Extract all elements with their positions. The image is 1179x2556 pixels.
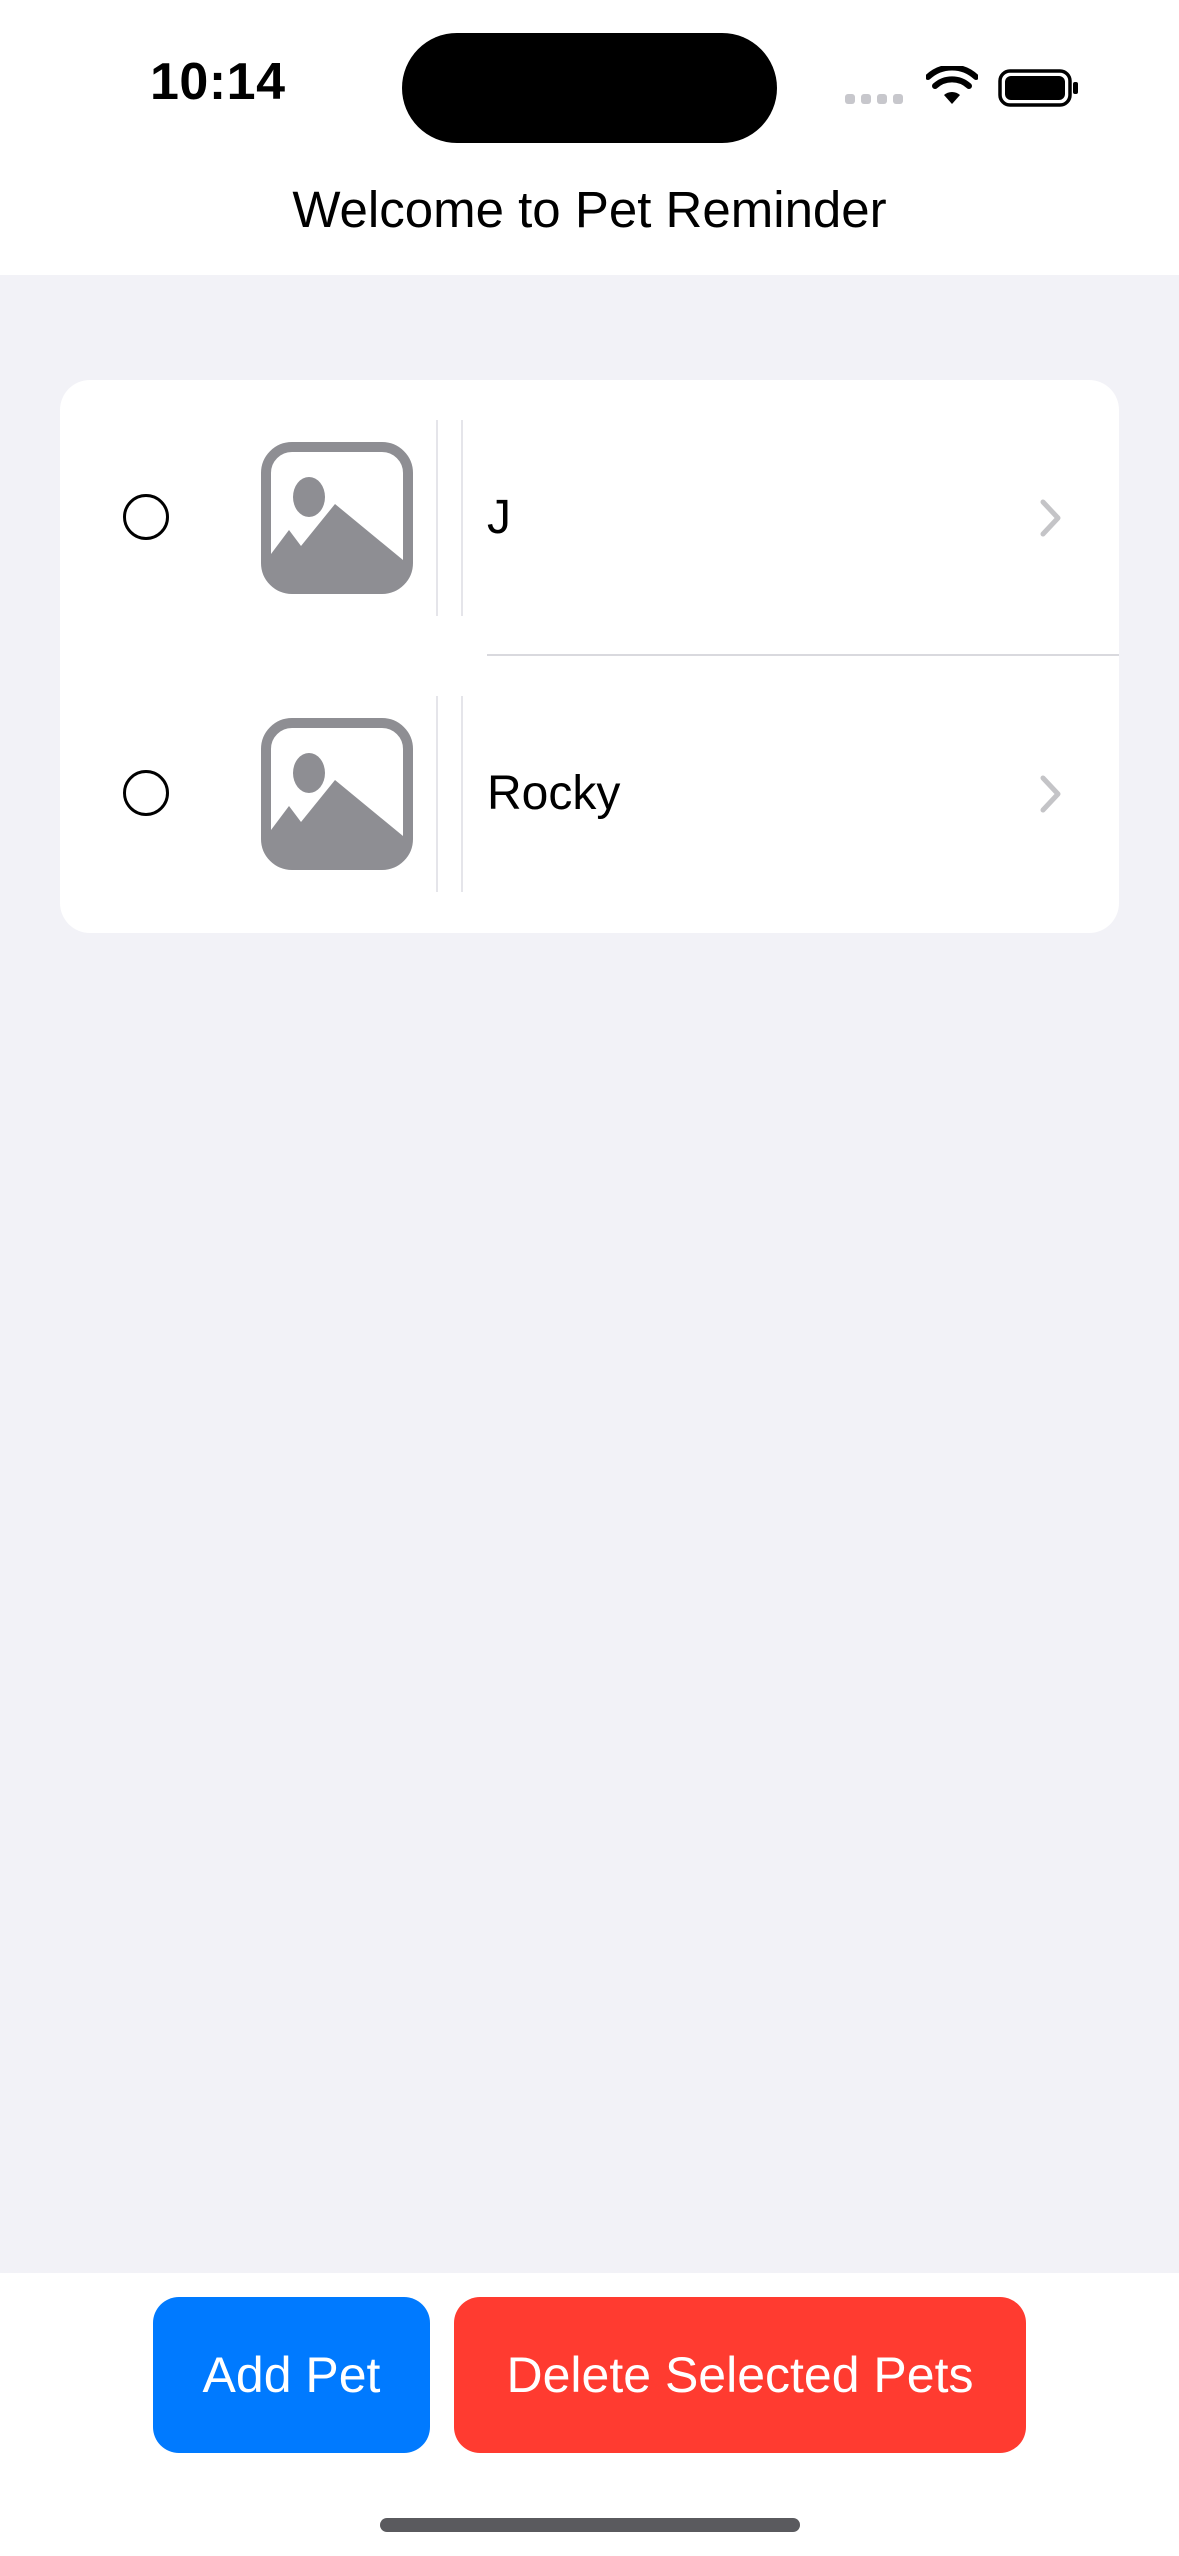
delete-selected-pets-button[interactable]: Delete Selected Pets — [454, 2297, 1026, 2453]
chevron-right-icon — [1040, 499, 1061, 537]
pet-name: Rocky — [487, 767, 621, 820]
page-title: Welcome to Pet Reminder — [292, 181, 887, 238]
photo-placeholder-icon — [261, 442, 413, 594]
pet-list: J Rocky — [60, 380, 1119, 933]
pet-row-j[interactable]: J — [60, 380, 1119, 656]
cellular-signal-icon — [845, 94, 905, 106]
select-radio-rocky[interactable] — [123, 770, 169, 816]
row-divider — [461, 420, 463, 616]
status-time: 10:14 — [150, 53, 286, 111]
row-divider — [436, 696, 438, 892]
select-radio-j[interactable] — [123, 494, 169, 540]
wifi-icon — [926, 66, 978, 104]
row-divider — [436, 420, 438, 616]
pet-name: J — [487, 491, 511, 544]
chevron-right-icon — [1040, 775, 1061, 813]
row-divider — [461, 696, 463, 892]
dynamic-island — [402, 33, 777, 143]
battery-icon — [998, 69, 1078, 107]
bottom-action-bar: Add Pet Delete Selected Pets — [0, 2273, 1179, 2556]
photo-placeholder-icon — [261, 718, 413, 870]
add-pet-button[interactable]: Add Pet — [153, 2297, 430, 2453]
status-bar: 10:14 — [0, 0, 1179, 170]
home-indicator — [380, 2518, 800, 2532]
pet-row-rocky[interactable]: Rocky — [60, 656, 1119, 932]
